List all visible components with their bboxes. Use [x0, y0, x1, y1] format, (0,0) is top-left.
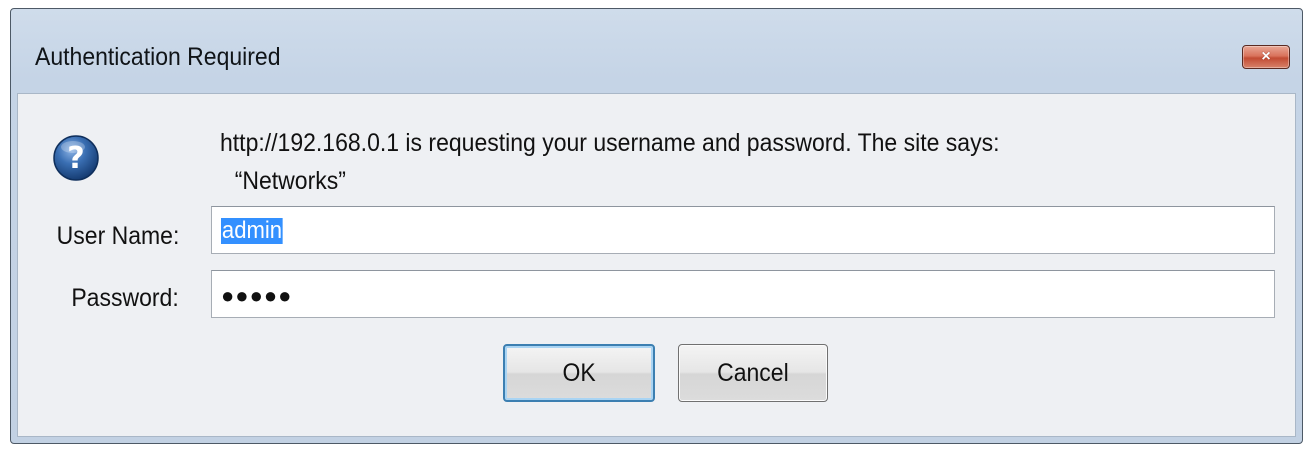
question-icon: ? [53, 135, 99, 181]
auth-message: http://192.168.0.1 is requesting your us… [220, 124, 999, 200]
username-field[interactable]: admin [211, 206, 1275, 254]
auth-dialog: Authentication Required × ? http://192.1… [10, 8, 1303, 444]
auth-message-line: http://192.168.0.1 is requesting your us… [220, 129, 1000, 157]
password-field[interactable]: ●●●●● [211, 270, 1275, 318]
dialog-title: Authentication Required [35, 43, 281, 71]
close-button[interactable]: × [1242, 45, 1290, 69]
ok-button-label: OK [562, 358, 596, 387]
title-bar[interactable]: Authentication Required × [11, 9, 1302, 93]
svg-text:?: ? [67, 141, 84, 176]
ok-button[interactable]: OK [503, 344, 655, 402]
username-value: admin [221, 217, 283, 244]
dialog-body: ? http://192.168.0.1 is requesting your … [17, 93, 1296, 437]
cancel-button[interactable]: Cancel [678, 344, 828, 402]
close-icon: × [1261, 48, 1271, 65]
cancel-button-label: Cancel [717, 358, 789, 387]
realm-text: “Networks” [234, 167, 346, 195]
password-value: ●●●●● [221, 283, 293, 308]
password-label: Password: [71, 284, 179, 312]
username-label: User Name: [56, 222, 179, 250]
